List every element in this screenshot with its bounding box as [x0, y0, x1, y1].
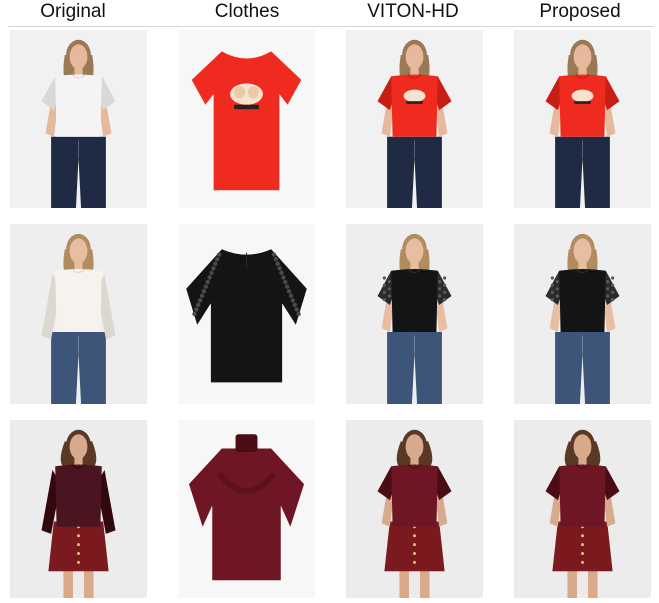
original-photo-row-3 — [10, 420, 147, 598]
viton-hd-photo-row-2 — [346, 224, 483, 404]
viton-hd-photo-row-1 — [346, 30, 483, 208]
clothes-photo-image — [178, 224, 315, 404]
original-photo-row-1 — [10, 30, 147, 208]
clothes-photo-row-3 — [178, 420, 315, 598]
proposed-photo-image — [514, 420, 651, 598]
original-photo-image — [10, 420, 147, 598]
viton-hd-photo-image — [346, 30, 483, 208]
clothes-photo-image — [178, 420, 315, 598]
original-photo-image — [10, 30, 147, 208]
viton-hd-photo-image — [346, 420, 483, 598]
clothes-photo-image — [178, 30, 315, 208]
viton-hd-photo-image — [346, 224, 483, 404]
original-photo-row-2 — [10, 224, 147, 404]
proposed-photo-row-3 — [514, 420, 651, 598]
viton-hd-photo-row-3 — [346, 420, 483, 598]
proposed-photo-image — [514, 224, 651, 404]
clothes-photo-row-2 — [178, 224, 315, 404]
clothes-photo-row-1 — [178, 30, 315, 208]
original-photo-image — [10, 224, 147, 404]
proposed-photo-image — [514, 30, 651, 208]
comparison-grid — [0, 0, 659, 603]
proposed-photo-row-1 — [514, 30, 651, 208]
proposed-photo-row-2 — [514, 224, 651, 404]
